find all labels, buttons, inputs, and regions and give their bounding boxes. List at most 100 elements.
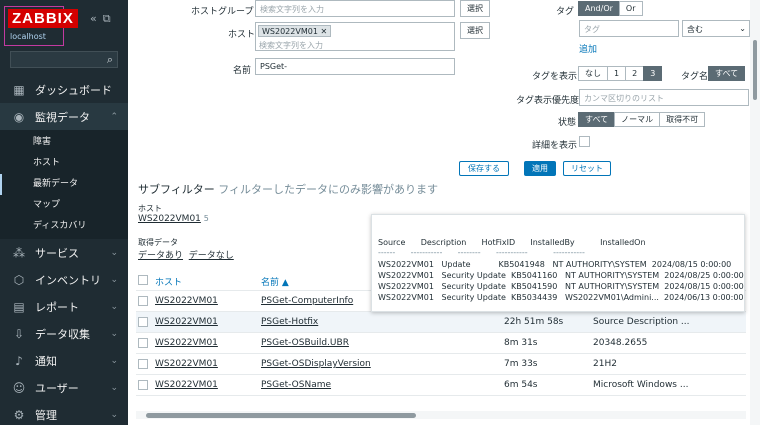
table-row[interactable]: WS2022VM01 PSGet-OSName 6m 54s Microsoft…: [136, 375, 746, 396]
show-tags-toggle[interactable]: なし 1 2 3: [578, 66, 663, 81]
menu-item-reports[interactable]: ▤ レポート ⌄: [0, 293, 128, 320]
state-toggle[interactable]: すべて ノーマル 取得不可: [578, 112, 706, 127]
menu-item-inventory[interactable]: ⬡ インベントリ ⌄: [0, 266, 128, 293]
host-select-button[interactable]: 選択: [460, 22, 490, 39]
row-name[interactable]: PSGet-OSDisplayVersion: [261, 359, 371, 369]
tag-input[interactable]: タグ: [579, 20, 679, 37]
reports-icon: ▤: [13, 299, 25, 314]
kiosk-mode-icon[interactable]: ⧉: [103, 12, 111, 25]
horizontal-scrollbar[interactable]: [136, 411, 746, 419]
menu-item-users[interactable]: ☺ ユーザー ⌄: [0, 374, 128, 401]
subfilter-host-value[interactable]: WS2022VM01: [138, 214, 201, 224]
column-header-host[interactable]: ホスト: [155, 275, 182, 288]
services-icon: ⁂: [13, 245, 25, 260]
table-row[interactable]: WS2022VM01 PSGet-Hotfix 22h 51m 58s Sour…: [136, 312, 746, 333]
tag-or-option[interactable]: Or: [618, 1, 643, 16]
reset-button[interactable]: リセット: [563, 161, 611, 176]
name-input[interactable]: PSGet-: [255, 58, 455, 75]
chevron-down-icon: ⌄: [110, 247, 118, 258]
menu-item-services[interactable]: ⁂ サービス ⌄: [0, 239, 128, 266]
row-checkbox[interactable]: [138, 317, 148, 327]
horizontal-scroll-thumb[interactable]: [146, 413, 416, 418]
show-tags-3[interactable]: 3: [643, 66, 663, 81]
sidebar-search-input[interactable]: ⌕: [10, 51, 118, 68]
main-menu: ▦ ダッシュボード ◉ 監視データ ⌃ 障害 ホスト 最新データ マップ ディスカバリ…: [0, 76, 128, 425]
chevron-down-icon: ⌄: [739, 24, 746, 33]
alerts-icon: ♪: [15, 353, 23, 368]
host-chip[interactable]: WS2022VM01 ✕: [258, 25, 332, 37]
table-row[interactable]: WS2022VM01 PSGet-OSBuild.UBR 8m 31s 2034…: [136, 333, 746, 354]
menu-item-monitoring[interactable]: ◉ 監視データ ⌃: [0, 103, 128, 130]
submenu-item-maps[interactable]: マップ: [0, 195, 128, 216]
row-host[interactable]: WS2022VM01: [155, 296, 218, 306]
row-checkbox[interactable]: [138, 359, 148, 369]
inventory-icon: ⬡: [13, 272, 25, 287]
monitoring-submenu: 障害 ホスト 最新データ マップ ディスカバリ: [0, 130, 128, 239]
tag-label: タグ: [556, 7, 575, 17]
show-tags-none[interactable]: なし: [578, 66, 608, 81]
chevron-up-icon: ⌃: [110, 111, 118, 122]
apply-button[interactable]: 適用: [524, 161, 556, 176]
collapse-sidebar-icon[interactable]: «: [90, 12, 97, 25]
row-host[interactable]: WS2022VM01: [155, 359, 218, 369]
menu-item-data-collection[interactable]: ⇩ データ収集 ⌄: [0, 320, 128, 347]
host-search-placeholder: 検索文字列を入力: [259, 41, 323, 50]
search-icon[interactable]: ⌕: [107, 53, 113, 67]
vertical-scroll-thumb[interactable]: [753, 40, 757, 100]
state-unsupported[interactable]: 取得不可: [659, 112, 706, 127]
row-host[interactable]: WS2022VM01: [155, 338, 218, 348]
menu-item-alerts[interactable]: ♪ 通知 ⌄: [0, 347, 128, 374]
tag-andor-option[interactable]: And/Or: [578, 1, 620, 16]
add-tag-link[interactable]: 追加: [579, 42, 597, 55]
details-label: 詳細を表示: [532, 141, 578, 151]
row-name[interactable]: PSGet-OSBuild.UBR: [261, 338, 349, 348]
state-normal[interactable]: ノーマル: [614, 112, 661, 127]
state-all[interactable]: すべて: [578, 112, 616, 127]
main-content: ホストグループ 検索文字列を入力 選択 ホスト WS2022VM01 ✕ 検索文…: [128, 0, 760, 425]
row-checkbox[interactable]: [138, 296, 148, 306]
menu-label: 管理: [35, 408, 57, 422]
select-all-checkbox[interactable]: [138, 275, 148, 285]
submenu-item-latest-data[interactable]: 最新データ: [0, 174, 128, 195]
tag-andor-toggle[interactable]: And/Or Or: [578, 1, 643, 16]
subfilter-data-with[interactable]: データあり: [138, 251, 183, 261]
tag-name-toggle[interactable]: すべて: [708, 66, 746, 81]
menu-item-dashboard[interactable]: ▦ ダッシュボード: [0, 76, 128, 103]
submenu-item-hosts[interactable]: ホスト: [0, 153, 128, 174]
remove-chip-icon[interactable]: ✕: [320, 27, 327, 36]
vertical-scrollbar[interactable]: [750, 0, 760, 425]
submenu-item-discovery[interactable]: ディスカバリ: [0, 216, 128, 237]
subfilter-host-label: ホスト: [138, 204, 162, 213]
show-tags-2[interactable]: 2: [625, 66, 645, 81]
zabbix-logo[interactable]: ZABBIX: [8, 9, 78, 28]
tooltip-header: Source Description HotFixID InstalledBy …: [378, 238, 646, 247]
show-tags-1[interactable]: 1: [607, 66, 627, 81]
subfilter-data-without[interactable]: データなし: [189, 251, 234, 261]
row-host[interactable]: WS2022VM01: [155, 317, 218, 327]
row-name[interactable]: PSGet-ComputerInfo: [261, 296, 353, 306]
subfilter-host-link[interactable]: WS2022VM01 5: [138, 214, 209, 224]
row-last-value[interactable]: Source Description ...: [593, 317, 689, 327]
row-name[interactable]: PSGet-Hotfix: [261, 317, 318, 327]
details-checkbox[interactable]: [579, 136, 590, 147]
chevron-down-icon: ⌄: [110, 301, 118, 312]
sidebar: ZABBIX localhost «⧉ ⌕ ▦ ダッシュボード ◉ 監視データ ⌃ 障…: [0, 0, 128, 425]
subfilter-title: サブフィルター フィルターしたデータにのみ影響があります: [138, 181, 438, 197]
save-filter-button[interactable]: 保存する: [459, 161, 509, 176]
tag-operator-select[interactable]: 含む ⌄: [682, 20, 750, 37]
row-name[interactable]: PSGet-OSName: [261, 380, 331, 390]
table-row[interactable]: WS2022VM01 PSGet-OSDisplayVersion 7m 33s…: [136, 354, 746, 375]
submenu-item-problems[interactable]: 障害: [0, 132, 128, 153]
menu-item-administration[interactable]: ⚙ 管理 ⌄: [0, 401, 128, 425]
hostgroup-input[interactable]: 検索文字列を入力: [255, 0, 455, 17]
row-checkbox[interactable]: [138, 380, 148, 390]
row-checkbox[interactable]: [138, 338, 148, 348]
row-host[interactable]: WS2022VM01: [155, 380, 218, 390]
column-header-name[interactable]: 名前 ▲: [261, 275, 289, 288]
hostgroup-select-button[interactable]: 選択: [460, 0, 490, 17]
show-tags-label: タグを表示: [532, 72, 578, 82]
tag-priority-input[interactable]: カンマ区切りのリスト: [579, 89, 749, 106]
sidebar-controls: «⧉: [90, 12, 117, 26]
menu-label: サービス: [35, 246, 79, 260]
tag-name-all[interactable]: すべて: [708, 66, 746, 81]
